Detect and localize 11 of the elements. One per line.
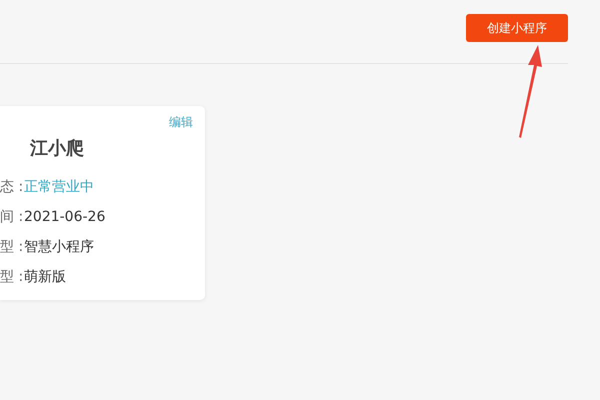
field-value: 智慧小程序 xyxy=(24,238,94,256)
field-label: 型 : xyxy=(0,268,24,286)
field-label: 态 : xyxy=(0,178,24,196)
field-value: 萌新版 xyxy=(24,268,66,286)
card-title: 江小爬 xyxy=(30,137,85,160)
field-label: 间 : xyxy=(0,208,24,226)
field-label: 型 : xyxy=(0,238,24,256)
field-value: 正常营业中 xyxy=(24,178,94,196)
create-button[interactable]: 创建小程序 xyxy=(466,14,568,42)
edit-link[interactable]: 编辑 xyxy=(169,114,193,131)
field-value: 2021-06-26 xyxy=(24,209,106,225)
